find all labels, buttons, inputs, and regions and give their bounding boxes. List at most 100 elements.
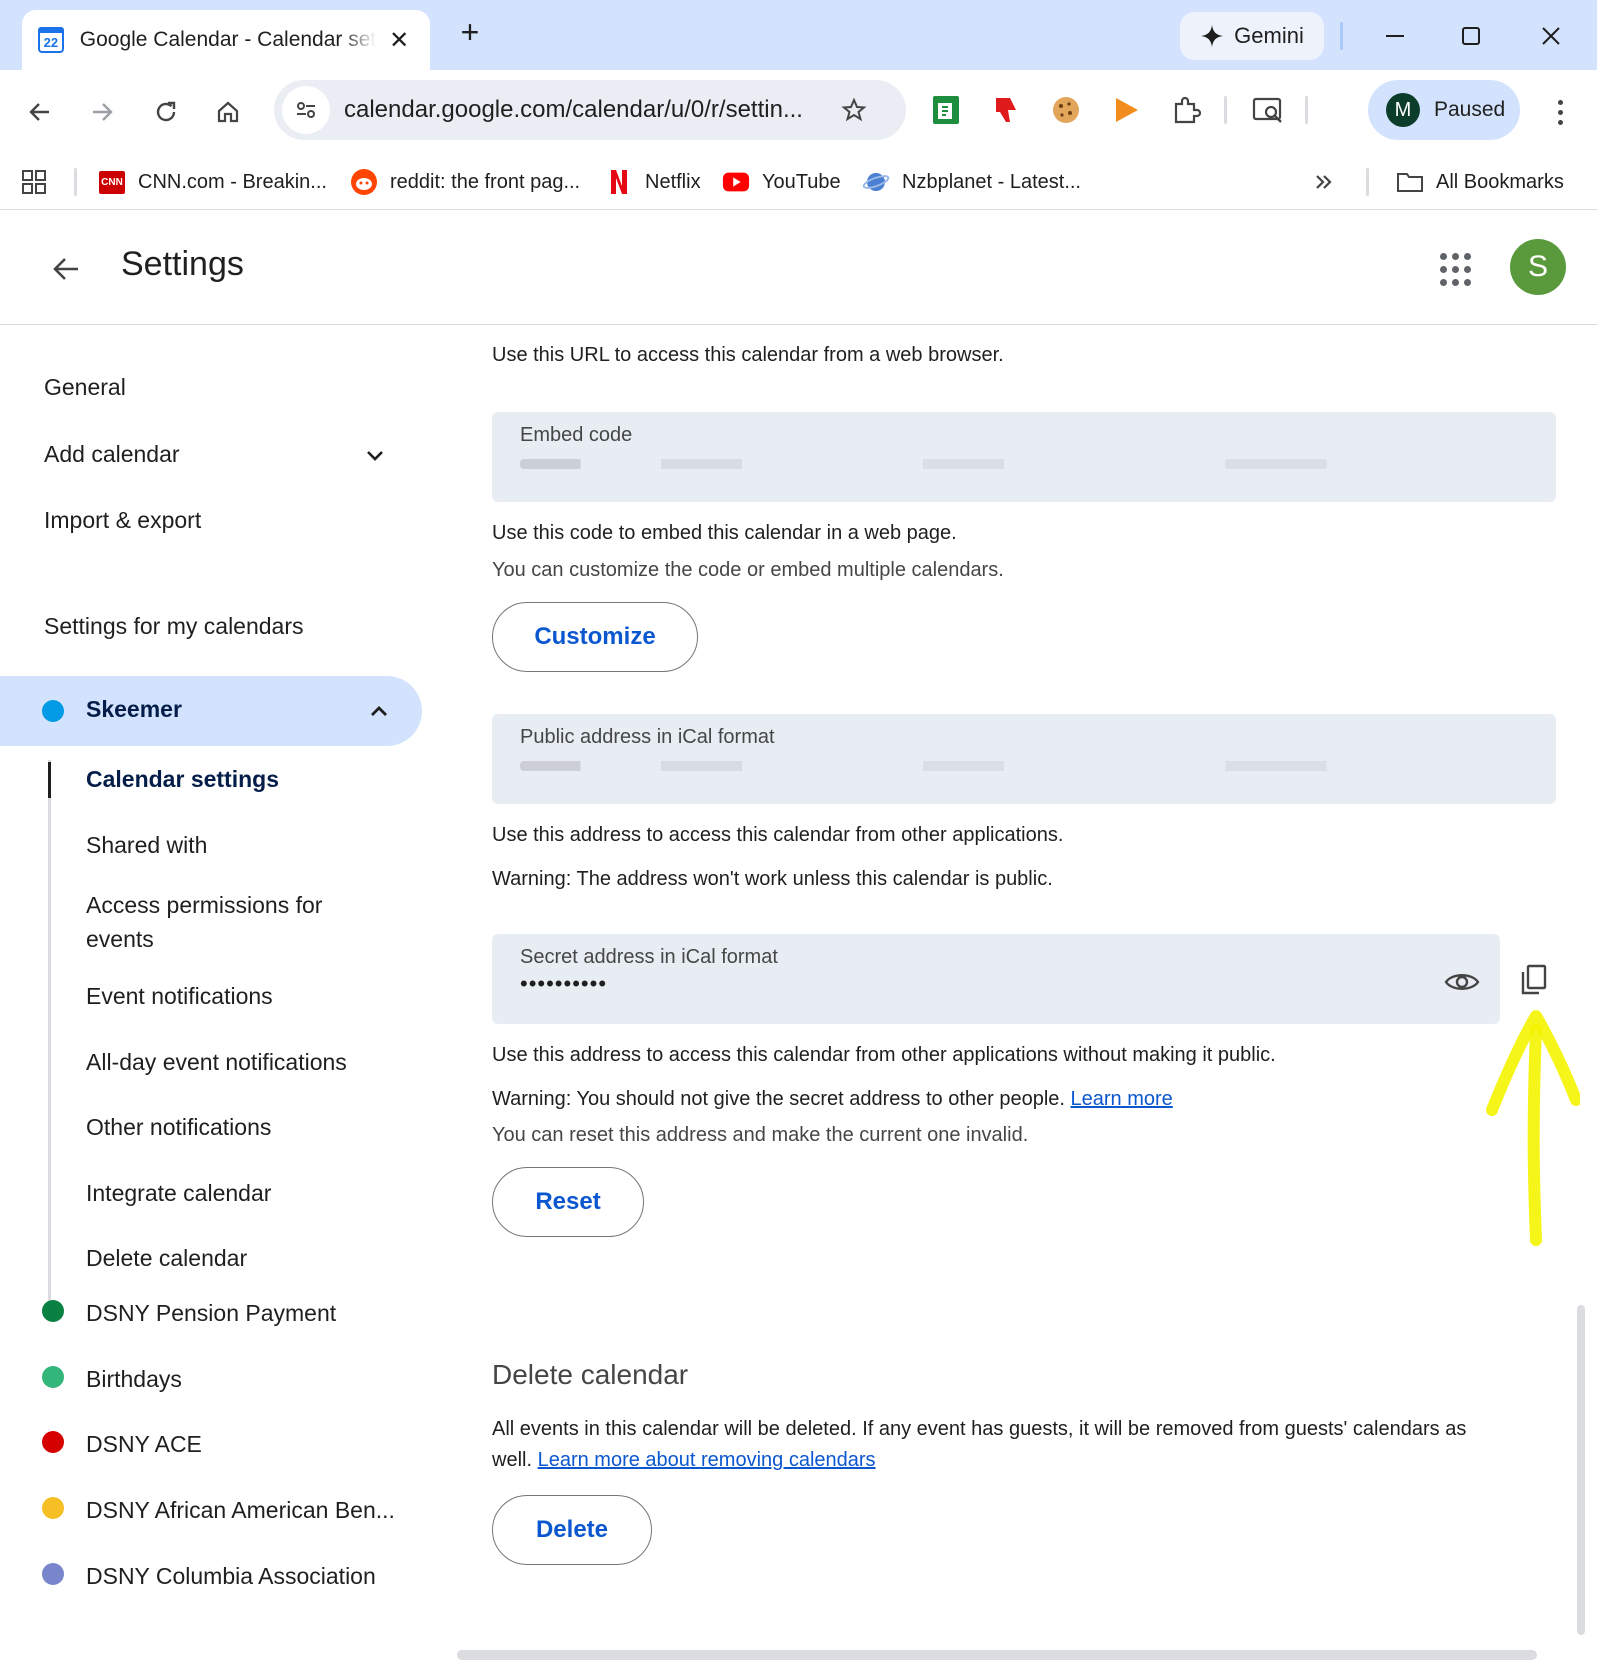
google-apps-icon[interactable] bbox=[1438, 251, 1472, 286]
cookie-extension-icon[interactable] bbox=[1046, 90, 1086, 130]
gemini-button[interactable]: Gemini bbox=[1180, 12, 1324, 60]
bookmarks-divider-2 bbox=[1366, 168, 1369, 196]
tab-search-icon[interactable] bbox=[1248, 90, 1288, 130]
close-window-icon[interactable] bbox=[1526, 14, 1576, 58]
sidebar-sub-calendar-settings[interactable]: Calendar settings bbox=[86, 762, 279, 796]
bookmarks-divider bbox=[74, 168, 77, 196]
site-settings-icon[interactable] bbox=[282, 86, 330, 134]
apps-shortcut-icon[interactable] bbox=[20, 164, 48, 200]
bookmark-label: CNN.com - Breakin... bbox=[138, 170, 327, 193]
show-secret-eye-icon[interactable] bbox=[1442, 962, 1482, 1002]
bookmark-label: reddit: the front pag... bbox=[390, 170, 581, 193]
sidebar-sub-event-notifications[interactable]: Event notifications bbox=[86, 979, 273, 1013]
bookmarks-bar: CNN CNN.com - Breakin... reddit: the fro… bbox=[0, 154, 1597, 210]
browser-tab[interactable]: 22 Google Calendar - Calendar settings ✕ bbox=[22, 10, 430, 70]
secret-warning: Warning: You should not give the secret … bbox=[492, 1088, 1065, 1110]
forward-icon[interactable] bbox=[80, 90, 124, 134]
bookmark-nzbplanet[interactable]: Nzbplanet - Latest... bbox=[862, 164, 1081, 200]
sidebar-sub-integrate-calendar[interactable]: Integrate calendar bbox=[86, 1176, 271, 1210]
thumbs-down-extension-icon[interactable] bbox=[986, 90, 1026, 130]
horizontal-scrollbar[interactable] bbox=[457, 1650, 1537, 1660]
sidebar-calendar-name: Skeemer bbox=[86, 696, 182, 722]
calendar-color-dot bbox=[42, 1431, 64, 1453]
bookmark-label: YouTube bbox=[762, 170, 841, 193]
toolbar-divider bbox=[1224, 96, 1227, 124]
public-ical-field[interactable]: Public address in iCal format bbox=[492, 714, 1556, 804]
profile-button[interactable]: M Paused bbox=[1368, 80, 1520, 140]
calendar-color-dot bbox=[42, 1300, 64, 1322]
back-arrow-icon[interactable] bbox=[44, 247, 88, 291]
calendar-color-dot bbox=[42, 1563, 64, 1585]
bookmark-cnn[interactable]: CNN CNN.com - Breakin... bbox=[98, 164, 327, 200]
back-icon[interactable] bbox=[18, 90, 62, 134]
sidebar-sub-all-day-notifications[interactable]: All-day event notifications bbox=[86, 1045, 347, 1079]
home-icon[interactable] bbox=[206, 90, 250, 134]
maximize-icon[interactable] bbox=[1446, 14, 1496, 58]
nzbplanet-icon bbox=[862, 168, 890, 196]
user-avatar[interactable]: S bbox=[1510, 239, 1566, 295]
cnn-badge: CNN bbox=[99, 170, 125, 194]
bookmark-label: Nzbplanet - Latest... bbox=[902, 170, 1081, 193]
youtube-icon bbox=[722, 168, 750, 196]
public-ical-label: Public address in iCal format bbox=[520, 726, 775, 748]
address-bar[interactable]: calendar.google.com/calendar/u/0/r/setti… bbox=[274, 80, 906, 140]
sidebar-item-add-calendar[interactable]: Add calendar bbox=[44, 441, 404, 468]
remove-calendars-link[interactable]: Learn more about removing calendars bbox=[538, 1449, 876, 1471]
delete-button[interactable]: Delete bbox=[492, 1495, 652, 1565]
subnav-active-indicator bbox=[48, 762, 51, 798]
minimize-icon[interactable] bbox=[1370, 14, 1420, 58]
embed-help-1: Use this code to embed this calendar in … bbox=[492, 522, 957, 544]
public-ical-help: Use this address to access this calendar… bbox=[492, 824, 1064, 846]
learn-more-link[interactable]: Learn more bbox=[1071, 1088, 1173, 1110]
embed-code-value-redacted bbox=[520, 459, 1528, 469]
reddit-icon bbox=[350, 168, 378, 196]
sidebar-sub-shared-with[interactable]: Shared with bbox=[86, 828, 207, 862]
more-bookmarks-icon[interactable] bbox=[1312, 164, 1336, 200]
customize-button[interactable]: Customize bbox=[492, 602, 698, 672]
url-text[interactable]: calendar.google.com/calendar/u/0/r/setti… bbox=[344, 96, 834, 124]
calendar-color-dot bbox=[42, 1497, 64, 1519]
sidebar-calendar-name: Birthdays bbox=[86, 1366, 182, 1392]
extensions-puzzle-icon[interactable] bbox=[1166, 90, 1206, 130]
reload-icon[interactable] bbox=[144, 90, 188, 134]
bookmark-label: Netflix bbox=[645, 170, 701, 193]
bookmark-star-icon[interactable] bbox=[834, 97, 874, 123]
calendar-favicon-icon: 22 bbox=[38, 27, 64, 53]
bookmark-netflix[interactable]: Netflix bbox=[605, 164, 701, 200]
bookmark-reddit[interactable]: reddit: the front pag... bbox=[350, 164, 580, 200]
chevron-up-icon[interactable] bbox=[366, 698, 392, 724]
all-bookmarks[interactable]: All Bookmarks bbox=[1396, 164, 1564, 200]
sidebar-item-general[interactable]: General bbox=[44, 374, 126, 401]
secret-ical-field[interactable]: Secret address in iCal format •••••••••• bbox=[492, 934, 1500, 1024]
public-url-help: Use this URL to access this calendar fro… bbox=[492, 344, 1004, 366]
embed-help-2: You can customize the code or embed mult… bbox=[492, 559, 1004, 581]
vertical-scrollbar[interactable] bbox=[1577, 1305, 1585, 1635]
netflix-icon bbox=[605, 168, 633, 196]
public-ical-warning: Warning: The address won't work unless t… bbox=[492, 868, 1053, 890]
all-bookmarks-label: All Bookmarks bbox=[1436, 170, 1564, 193]
page-title: Settings bbox=[121, 245, 244, 283]
embed-code-label: Embed code bbox=[520, 424, 633, 446]
tab-strip: 22 Google Calendar - Calendar settings ✕… bbox=[0, 0, 1597, 70]
settings-header: Settings S bbox=[0, 211, 1597, 325]
new-tab-icon[interactable]: + bbox=[450, 14, 490, 51]
bookmark-youtube[interactable]: YouTube bbox=[722, 164, 841, 200]
sidebar-sub-delete-calendar[interactable]: Delete calendar bbox=[86, 1241, 247, 1275]
secret-ical-value: •••••••••• bbox=[520, 971, 608, 996]
tab-close-icon[interactable]: ✕ bbox=[384, 26, 414, 55]
browser-menu-icon[interactable] bbox=[1540, 90, 1580, 134]
profile-avatar: M bbox=[1386, 93, 1420, 127]
sidebar-sub-access-permissions[interactable]: Access permissions for events bbox=[86, 888, 386, 956]
sidebar-calendar-name: DSNY Columbia Association bbox=[86, 1563, 376, 1589]
sidebar-item-import-export[interactable]: Import & export bbox=[44, 507, 201, 534]
reset-button[interactable]: Reset bbox=[492, 1167, 644, 1237]
sidebar-calendar-skeemer[interactable]: Skeemer bbox=[0, 676, 422, 746]
public-ical-value-redacted bbox=[520, 761, 1528, 771]
sidebar-sub-other-notifications[interactable]: Other notifications bbox=[86, 1110, 271, 1144]
play-extension-icon[interactable] bbox=[1106, 90, 1146, 130]
copy-icon[interactable] bbox=[1514, 958, 1554, 1002]
sidebar-calendar-name: DSNY African American Ben... bbox=[86, 1497, 395, 1523]
pdf-extension-icon[interactable] bbox=[926, 90, 966, 130]
sidebar-item-label: Add calendar bbox=[44, 441, 180, 467]
embed-code-field[interactable]: Embed code bbox=[492, 412, 1556, 502]
